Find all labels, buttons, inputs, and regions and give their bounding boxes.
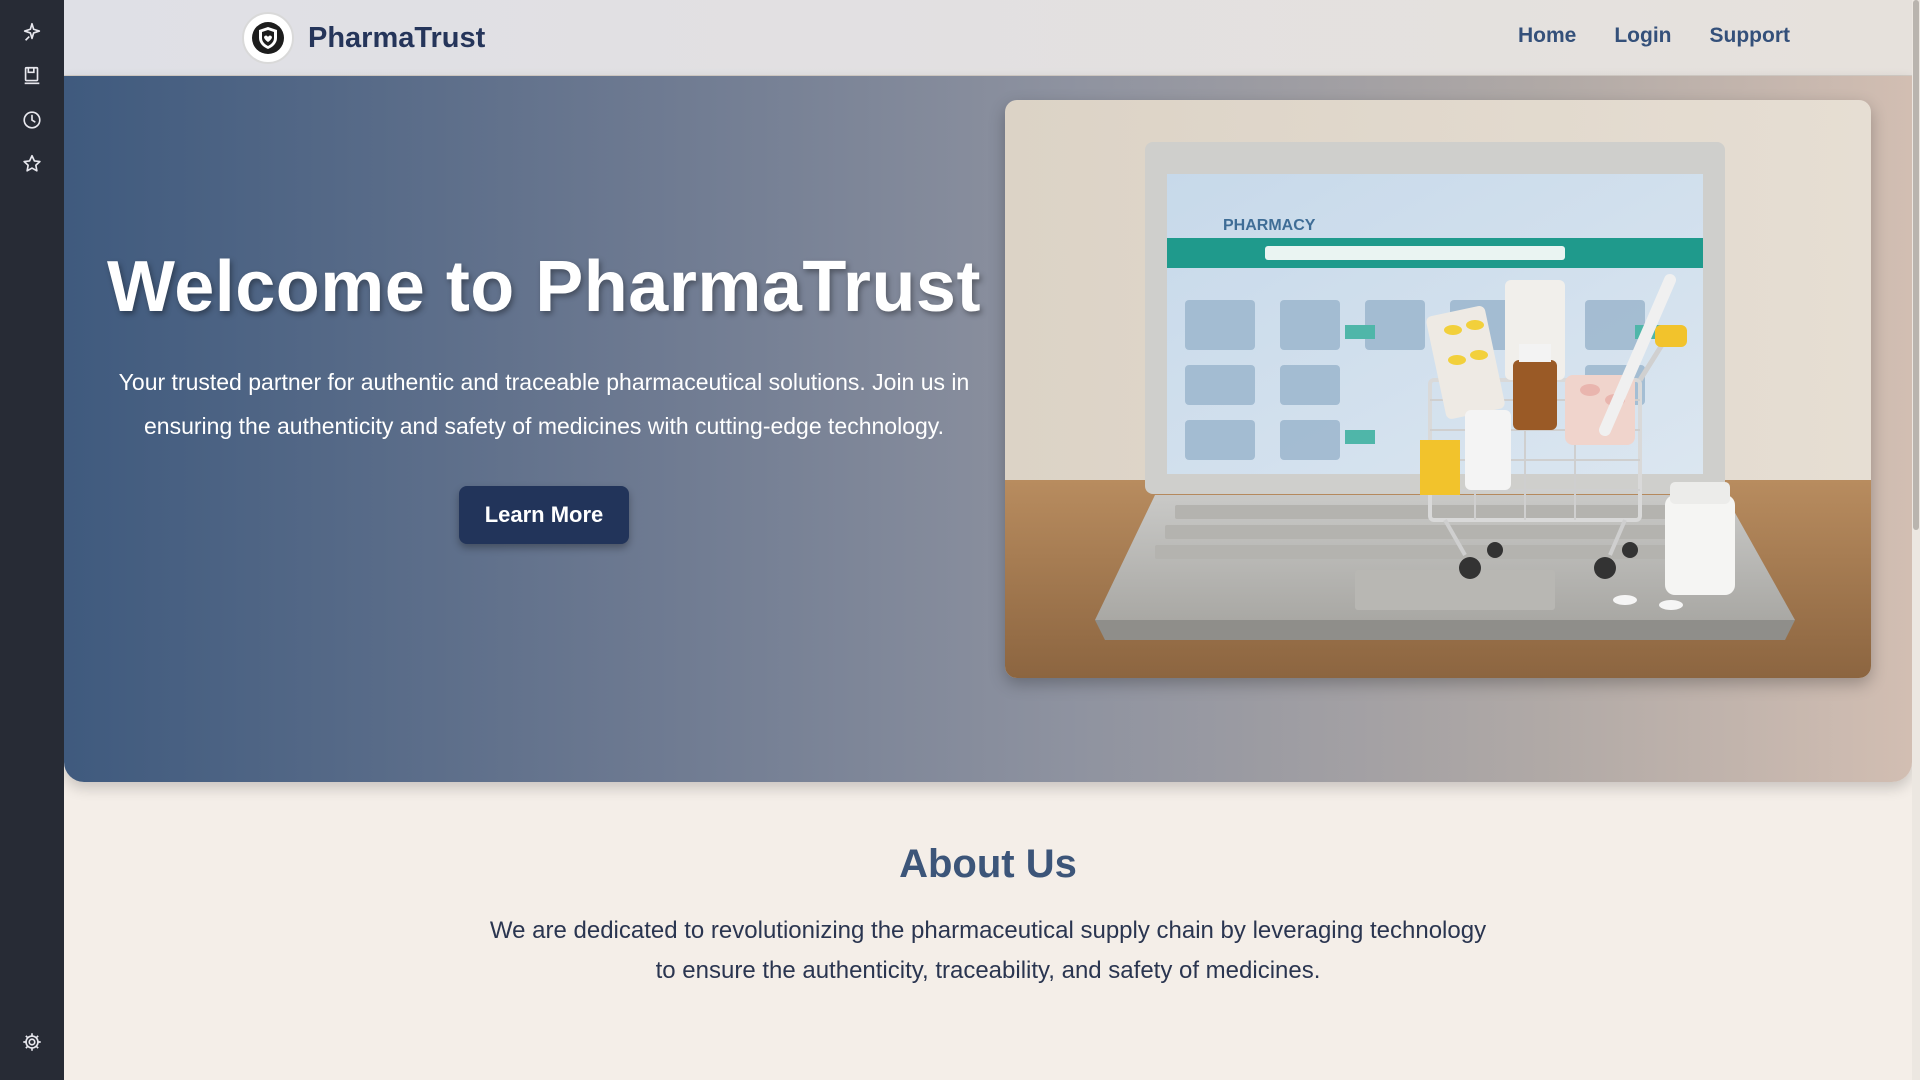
learn-more-button[interactable]: Learn More bbox=[458, 486, 630, 544]
sparkle-pin-icon[interactable] bbox=[14, 14, 50, 50]
settings-gear-icon[interactable] bbox=[14, 1024, 50, 1060]
hero-section: Welcome to PharmaTrust Your trusted part… bbox=[64, 76, 1912, 782]
nav-support-link[interactable]: Support bbox=[1710, 24, 1790, 48]
hero-title: Welcome to PharmaTrust bbox=[107, 247, 981, 327]
brand[interactable]: PharmaTrust bbox=[242, 12, 485, 64]
site-header: PharmaTrust Home Login Support bbox=[64, 0, 1912, 76]
history-icon[interactable] bbox=[14, 102, 50, 138]
nav-home-link[interactable]: Home bbox=[1518, 24, 1576, 48]
hero-text: Welcome to PharmaTrust Your trusted part… bbox=[104, 246, 984, 544]
hero-subtitle: Your trusted partner for authentic and t… bbox=[118, 369, 970, 439]
about-section: About Us We are dedicated to revolutioni… bbox=[64, 842, 1912, 991]
screen-pharmacy-text: PHARMACY bbox=[1223, 217, 1316, 234]
nav-login-link[interactable]: Login bbox=[1614, 24, 1671, 48]
favorites-star-icon[interactable] bbox=[14, 146, 50, 182]
brand-name: PharmaTrust bbox=[308, 21, 486, 54]
save-page-icon[interactable] bbox=[14, 58, 50, 94]
shield-logo-icon bbox=[242, 12, 294, 64]
main-nav: Home Login Support bbox=[1518, 24, 1790, 48]
scrollbar-thumb[interactable] bbox=[1913, 0, 1919, 530]
browser-sidebar bbox=[0, 0, 64, 1080]
scrollbar[interactable] bbox=[1912, 0, 1920, 1080]
about-text: We are dedicated to revolutionizing the … bbox=[489, 917, 1487, 984]
hero-image: PHARMACY bbox=[1005, 100, 1871, 678]
about-title: About Us bbox=[899, 842, 1077, 886]
web-page: PharmaTrust Home Login Support Welcome t… bbox=[64, 0, 1912, 1080]
